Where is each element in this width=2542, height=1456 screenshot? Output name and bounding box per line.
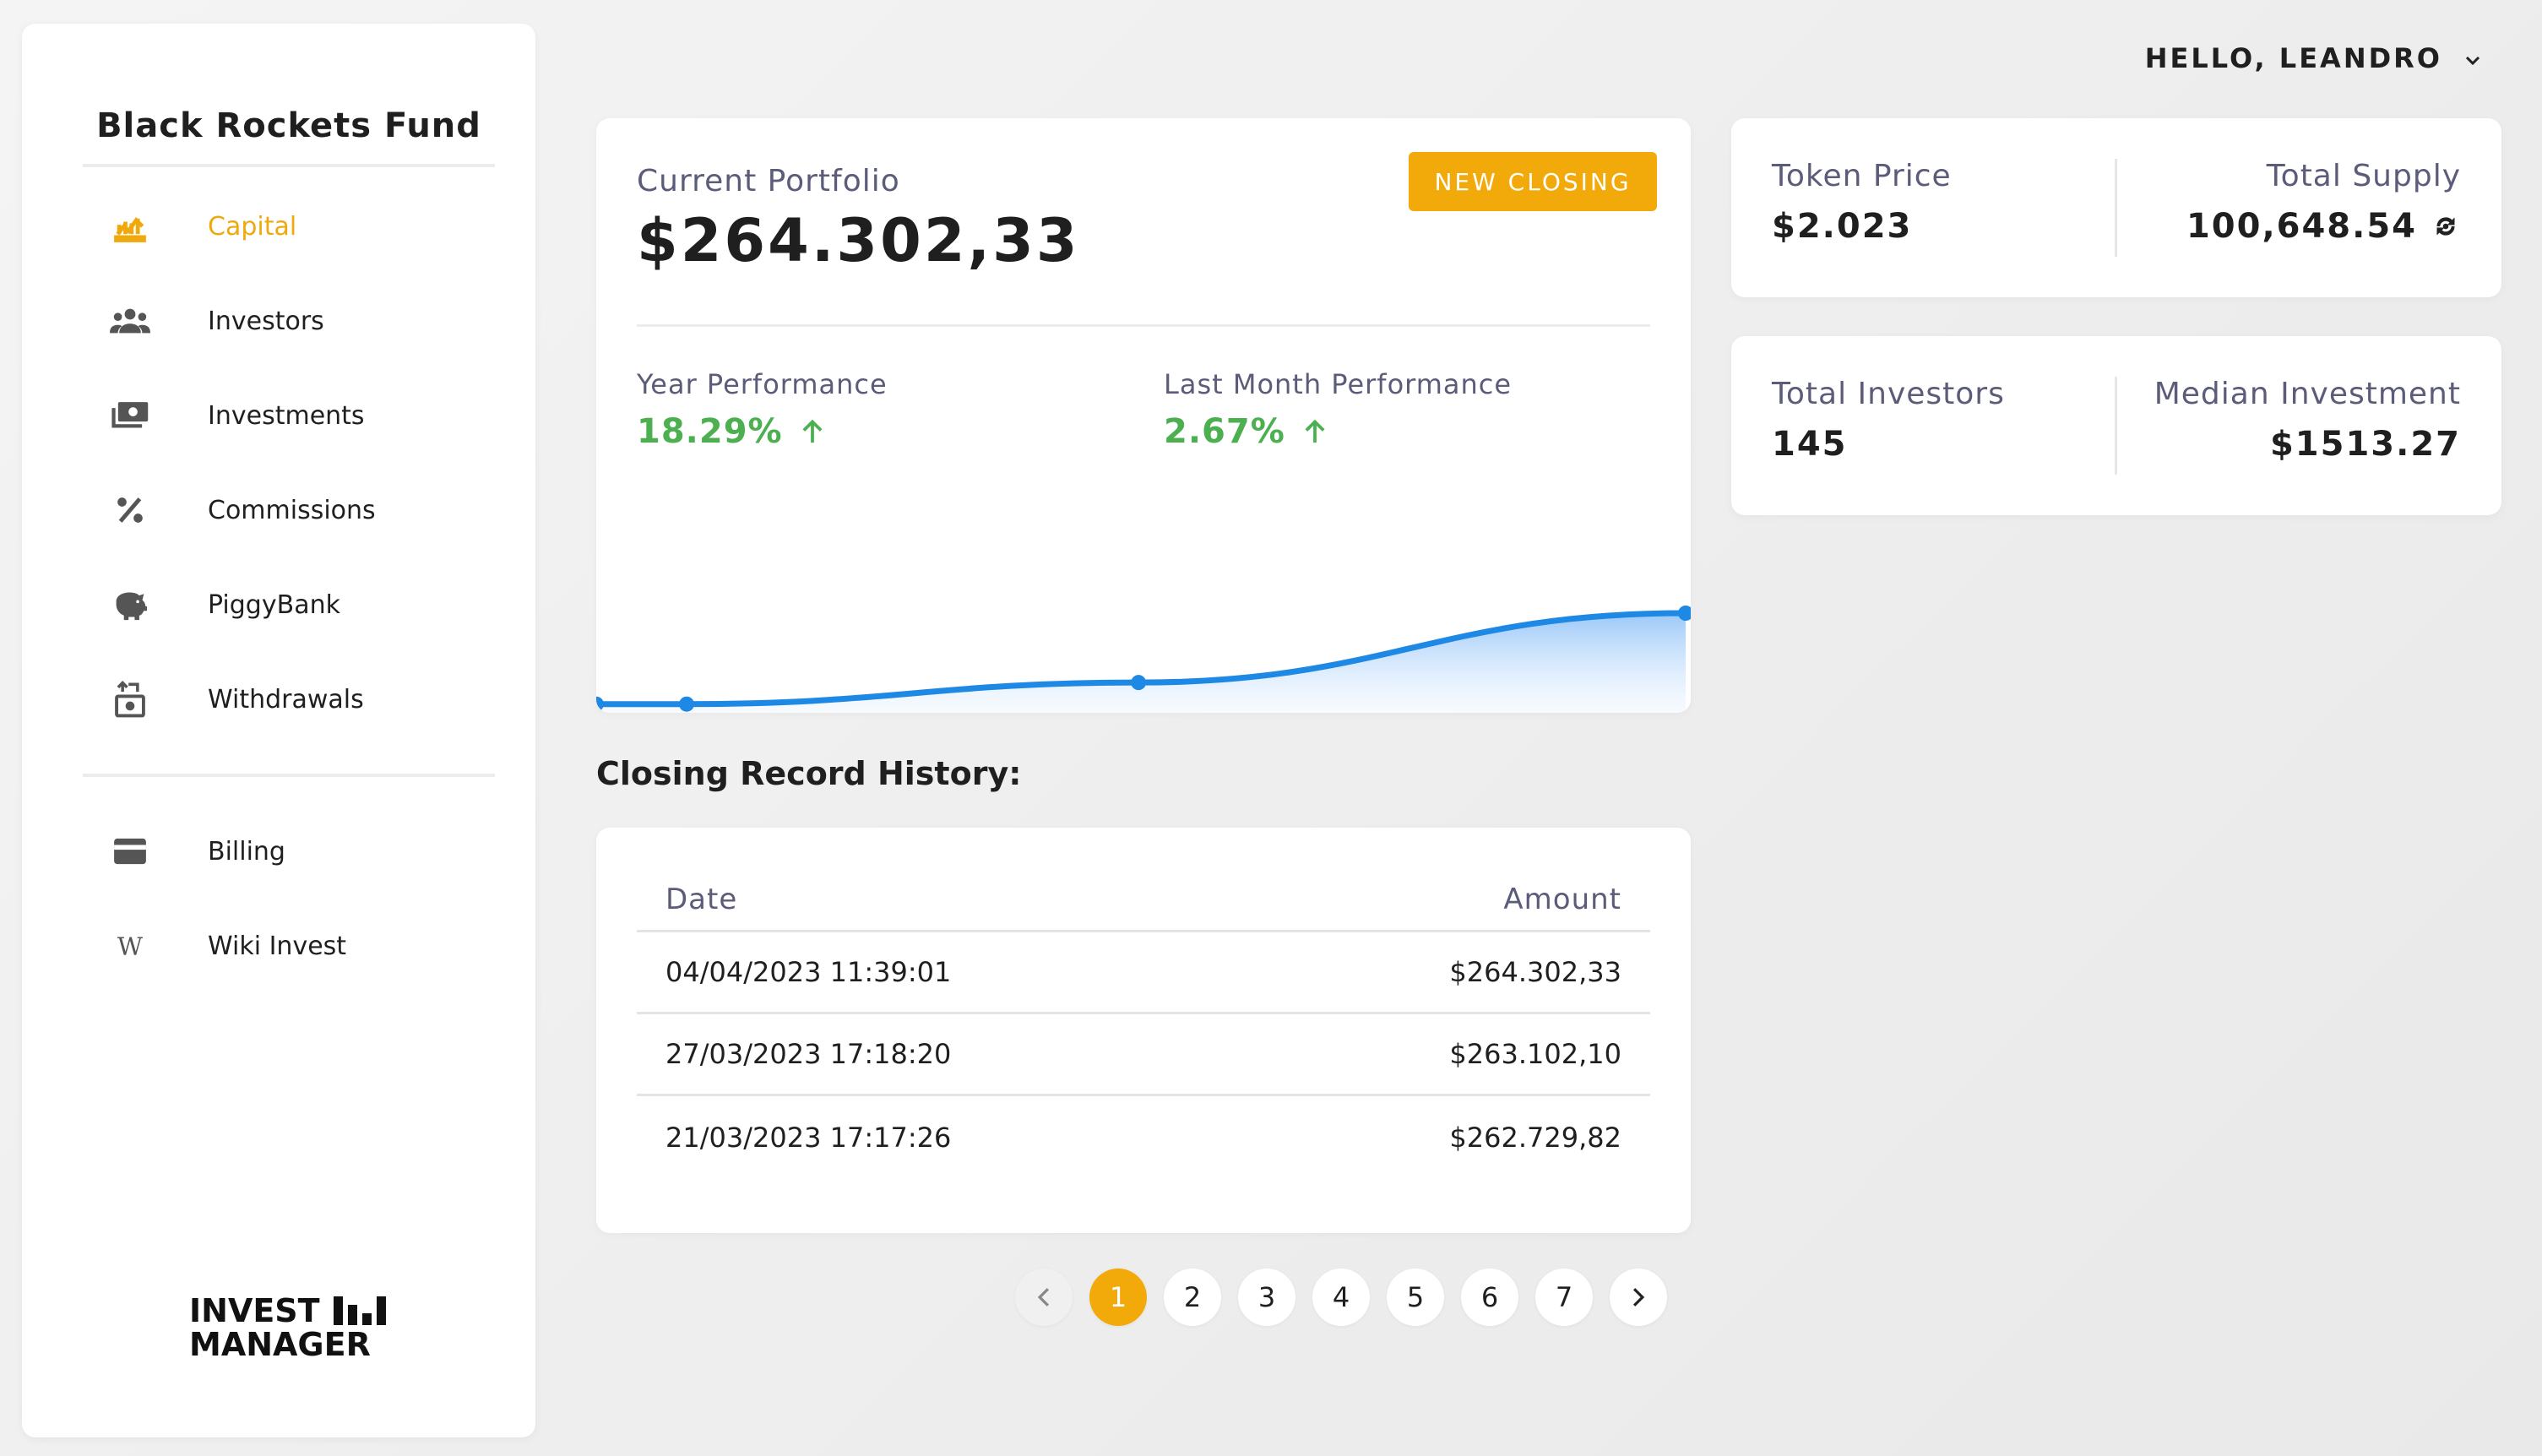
page-4-button[interactable]: 4 — [1312, 1269, 1370, 1326]
invest-manager-logo: INVEST MANAGER — [189, 1294, 392, 1361]
page-3-button[interactable]: 3 — [1238, 1269, 1295, 1326]
sidebar: Black Rockets Fund Capital Investors Inv… — [22, 24, 535, 1437]
sidebar-item-wiki-invest[interactable]: W Wiki Invest — [83, 899, 495, 993]
arrow-up-icon — [1305, 419, 1325, 443]
new-closing-button[interactable]: NEW CLOSING — [1409, 152, 1657, 211]
total-supply-value: 100,648.54 — [2186, 207, 2461, 246]
sidebar-item-withdrawals[interactable]: Withdrawals — [83, 652, 495, 747]
portfolio-divider — [637, 324, 1650, 327]
table-row: 21/03/2023 17:17:26 $262.729,82 — [637, 1096, 1650, 1178]
page-7-button[interactable]: 7 — [1535, 1269, 1593, 1326]
sidebar-item-investors[interactable]: Investors — [83, 274, 495, 368]
nav-divider — [83, 774, 495, 777]
page-6-button[interactable]: 6 — [1461, 1269, 1518, 1326]
row-amount: $263.102,10 — [1449, 1038, 1621, 1070]
table-row: 04/04/2023 11:39:01 $264.302,33 — [637, 932, 1650, 1014]
token-price: Token Price $2.023 — [1772, 159, 1952, 246]
chevron-right-icon — [1632, 1288, 1645, 1307]
total-supply-label: Total Supply — [2266, 159, 2461, 193]
token-stats-card: Token Price $2.023 Total Supply 100,648.… — [1731, 118, 2501, 297]
withdrawals-icon — [108, 677, 152, 721]
page-2-button[interactable]: 2 — [1164, 1269, 1221, 1326]
investors-icon — [108, 299, 152, 343]
year-performance-label: Year Performance — [637, 368, 888, 400]
chart-point — [679, 696, 695, 712]
token-price-label: Token Price — [1772, 159, 1952, 193]
chart-point — [1131, 675, 1147, 691]
wikipedia-icon: W — [108, 924, 152, 968]
percent-icon — [108, 488, 152, 532]
investor-stats-card: Total Investors 145 Median Investment $1… — [1731, 336, 2501, 515]
chevron-down-icon — [2463, 42, 2483, 74]
sidebar-item-label: Billing — [208, 836, 285, 867]
svg-text:W: W — [117, 932, 144, 960]
total-supply-number: 100,648.54 — [2186, 207, 2417, 246]
sidebar-item-label: Capital — [208, 211, 297, 242]
row-date: 04/04/2023 11:39:01 — [665, 956, 952, 988]
page-1-button[interactable]: 1 — [1089, 1269, 1147, 1326]
sidebar-nav: Capital Investors Investments Commission… — [83, 179, 495, 993]
stat-divider — [2115, 159, 2117, 257]
stat-divider — [2115, 377, 2117, 475]
row-date: 27/03/2023 17:18:20 — [665, 1038, 952, 1070]
month-performance-number: 2.67% — [1164, 412, 1285, 451]
fund-title: Black Rockets Fund — [83, 83, 495, 167]
sidebar-item-piggybank[interactable]: PiggyBank — [83, 557, 495, 652]
sidebar-item-label: Withdrawals — [208, 684, 364, 714]
row-amount: $264.302,33 — [1449, 956, 1621, 988]
arrow-up-icon — [802, 419, 823, 443]
portfolio-label: Current Portfolio — [637, 164, 900, 198]
month-performance-label: Last Month Performance — [1164, 368, 1513, 400]
brand-line1: INVEST — [189, 1292, 320, 1329]
history-title: Closing Record History: — [596, 755, 1022, 792]
sidebar-item-commissions[interactable]: Commissions — [83, 463, 495, 557]
history-card: Date Amount 04/04/2023 11:39:01 $264.302… — [596, 828, 1691, 1233]
total-investors: Total Investors 145 — [1772, 377, 2005, 464]
chevron-left-icon — [1037, 1288, 1050, 1307]
median-investment-value: $1513.27 — [2269, 425, 2461, 464]
credit-card-icon — [108, 829, 152, 873]
sidebar-item-label: Investments — [208, 400, 365, 431]
sidebar-item-label: Wiki Invest — [208, 931, 347, 961]
token-price-value: $2.023 — [1772, 207, 1913, 246]
user-menu[interactable]: HELLO, LEANDRO — [2145, 42, 2483, 74]
row-amount: $262.729,82 — [1449, 1121, 1621, 1154]
sidebar-item-label: PiggyBank — [208, 589, 340, 620]
refresh-coin-icon[interactable] — [2431, 211, 2461, 242]
month-performance: Last Month Performance 2.67% — [1164, 368, 1512, 451]
row-date: 21/03/2023 17:17:26 — [665, 1121, 952, 1154]
year-performance-number: 18.29% — [637, 412, 783, 451]
total-investors-value: 145 — [1772, 425, 1848, 464]
sidebar-item-investments[interactable]: Investments — [83, 368, 495, 463]
sidebar-item-label: Commissions — [208, 495, 376, 525]
year-performance-value: 18.29% — [637, 412, 888, 451]
sidebar-item-capital[interactable]: Capital — [83, 179, 495, 274]
prev-page-button[interactable] — [1015, 1269, 1073, 1326]
next-page-button[interactable] — [1610, 1269, 1667, 1326]
median-investment: Median Investment $1513.27 — [2154, 377, 2461, 464]
total-supply: Total Supply 100,648.54 — [2186, 159, 2461, 246]
sidebar-item-billing[interactable]: Billing — [83, 804, 495, 899]
brand-line2: MANAGER — [189, 1326, 371, 1363]
month-performance-value: 2.67% — [1164, 412, 1512, 451]
column-date: Date — [665, 882, 738, 916]
bars-logo-icon — [333, 1296, 386, 1325]
page-5-button[interactable]: 5 — [1387, 1269, 1444, 1326]
total-investors-label: Total Investors — [1772, 377, 2005, 411]
year-performance: Year Performance 18.29% — [637, 368, 888, 451]
portfolio-value: $264.302,33 — [637, 206, 1080, 275]
column-amount: Amount — [1503, 882, 1621, 916]
history-table: Date Amount 04/04/2023 11:39:01 $264.302… — [637, 868, 1650, 1178]
greeting-text: HELLO, LEANDRO — [2144, 42, 2442, 74]
capital-icon — [108, 204, 152, 248]
sidebar-item-label: Investors — [208, 306, 324, 336]
investments-icon — [108, 394, 152, 437]
table-row: 27/03/2023 17:18:20 $263.102,10 — [637, 1014, 1650, 1096]
portfolio-card: Current Portfolio $264.302,33 NEW CLOSIN… — [596, 118, 1691, 713]
median-investment-label: Median Investment — [2154, 377, 2461, 411]
piggy-bank-icon — [108, 583, 152, 627]
table-header: Date Amount — [637, 868, 1650, 932]
pagination: 1 2 3 4 5 6 7 — [1015, 1269, 1667, 1326]
